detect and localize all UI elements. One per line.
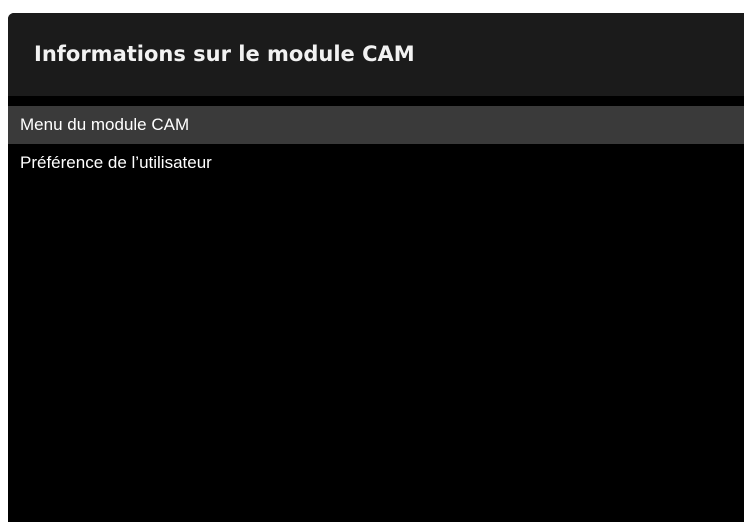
header-bar: Informations sur le module CAM [8, 13, 744, 96]
menu-item-user-preference[interactable]: Préférence de l’utilisateur [8, 144, 744, 182]
cam-info-screen: Informations sur le module CAM Menu du m… [8, 13, 744, 522]
menu-list: Menu du module CAM Préférence de l’utili… [8, 106, 744, 182]
page-title: Informations sur le module CAM [34, 42, 415, 66]
menu-item-cam-menu[interactable]: Menu du module CAM [8, 106, 744, 144]
